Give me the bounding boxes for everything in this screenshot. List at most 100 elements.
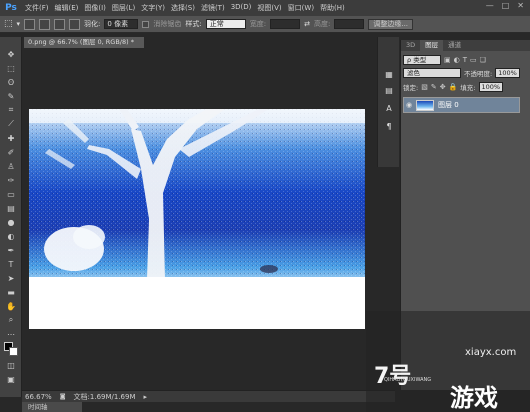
fill-input[interactable]: 100% [478,82,504,92]
lock-label: 锁定: [403,84,419,92]
status-bar: 66.67% ◙ 文档:1.69M/1.69M ▸ [22,390,395,402]
paragraph-icon[interactable]: ¶ [384,121,394,131]
document-tab[interactable]: 0.png @ 66.7% (图层 0, RGB/8) * [24,37,144,48]
tab-3d[interactable]: 3D [401,40,420,51]
tab-channels[interactable]: 通道 [443,40,466,51]
menu-item[interactable]: 帮助(H) [320,3,345,13]
timeline-tab[interactable]: 时间轴 [22,402,82,412]
antialias-label: 消除锯齿 [153,20,182,28]
layer-filter-select[interactable]: ρ 类型 [403,55,441,65]
dropdown-arrow-icon[interactable]: ▾ [17,20,21,28]
menu-item[interactable]: 3D(D) [231,3,252,13]
opacity-label: 不透明度: [464,70,493,78]
blur-tool-icon[interactable]: ● [5,217,17,227]
fill-label: 填充: [460,84,476,92]
menu-item[interactable]: 编辑(E) [55,3,79,13]
filter-adjust-icon[interactable]: ◐ [454,56,460,64]
zoom-tool-icon[interactable]: ⌕ [5,315,17,325]
gradient-tool-icon[interactable]: ▤ [5,203,17,213]
menu-item[interactable]: 文字(Y) [141,3,165,13]
crop-tool-icon[interactable]: ⌗ [5,105,17,115]
menu-item[interactable]: 图层(L) [112,3,135,13]
document-size: 文档:1.69M/1.69M [73,392,136,401]
properties-icon[interactable]: ▤ [384,85,394,95]
width-label: 宽度: [249,20,267,28]
layer-thumbnail [416,99,434,111]
minimize-icon[interactable]: — [486,1,494,10]
menu-item[interactable]: 图像(I) [84,3,106,13]
width-input[interactable] [270,19,301,29]
layer-row[interactable]: ◉ 图层 0 [403,97,520,113]
pen-tool-icon[interactable]: ✒ [5,245,17,255]
filter-row: ρ 类型 ▣ ◐ T ▭ ❏ [403,55,486,65]
refine-edge-button[interactable]: 调整边缘... [368,18,414,30]
tree-artwork-image [29,109,365,329]
image-canvas[interactable] [29,109,365,329]
lasso-tool-icon[interactable]: ʘ [5,77,17,87]
photoshop-window: Ps 文件(F) 编辑(E) 图像(I) 图层(L) 文字(Y) 选择(S) 滤镜(T) 3D… [0,0,530,412]
opacity-input[interactable]: 100% [495,68,520,78]
menu-item[interactable]: 视图(V) [257,3,281,13]
watermark-url: xiayx.com [465,347,517,358]
filter-smart-icon[interactable]: ❏ [480,56,486,64]
type-tool-icon[interactable]: T [5,259,17,269]
eyedropper-tool-icon[interactable]: ⟋ [5,119,17,129]
character-icon[interactable]: A [384,103,394,113]
hand-tool-icon[interactable]: ✋ [5,301,17,311]
new-selection-icon[interactable] [24,18,36,30]
quick-mask-icon[interactable]: ◫ [5,360,17,370]
brush-tool-icon[interactable]: ✐ [5,147,17,157]
tab-layers[interactable]: 图层 [420,40,444,51]
screen-mode-icon[interactable]: ▣ [5,374,17,384]
blend-mode-select[interactable]: 滤色 [403,68,461,78]
quick-select-tool-icon[interactable]: ✎ [5,91,17,101]
menu-bar: Ps 文件(F) 编辑(E) 图像(I) 图层(L) 文字(Y) 选择(S) 滤镜(T) 3D… [0,0,530,16]
layer-name[interactable]: 图层 0 [438,100,459,110]
marquee-tool-icon[interactable]: ⬚ [5,63,17,73]
filter-pixel-icon[interactable]: ▣ [444,56,451,64]
status-menu-icon[interactable]: ◙ [60,393,66,400]
swap-icon[interactable]: ⇄ [304,20,310,28]
lock-paint-icon[interactable]: ✎ [431,83,437,91]
feather-input[interactable]: 0 像素 [104,19,139,29]
maximize-icon[interactable]: □ [502,1,510,10]
panel-tabs: 3D 图层 通道 [401,40,530,51]
path-select-icon[interactable]: ➤ [5,273,17,283]
window-controls: — □ ✕ [486,1,524,10]
close-icon[interactable]: ✕ [517,1,524,10]
intersect-selection-icon[interactable] [69,18,81,30]
shape-tool-icon[interactable]: ▬ [5,287,17,297]
dodge-tool-icon[interactable]: ◐ [5,231,17,241]
subtract-selection-icon[interactable] [54,18,66,30]
more-tools-icon[interactable]: ⋯ [5,329,17,339]
antialias-checkbox[interactable] [142,20,150,28]
eye-icon[interactable]: ◉ [404,101,414,109]
healing-brush-icon[interactable]: ✚ [5,133,17,143]
menu-item[interactable]: 选择(S) [171,3,195,13]
collapsed-panels: ▦ ▤ A ¶ [377,37,399,167]
filter-type-icon[interactable]: T [463,56,467,64]
history-brush-icon[interactable]: ✑ [5,175,17,185]
status-arrow-icon[interactable]: ▸ [144,393,148,401]
move-tool-icon[interactable]: ✥ [5,49,17,59]
zoom-level[interactable]: 66.67% [25,393,52,401]
options-bar: ⬚ ▾ 羽化: 0 像素 消除锯齿 样式: 正常 宽度: ⇄ 高度: 调整边缘.… [0,16,530,33]
lock-row: 锁定: ▧ ✎ ✥ 🔒 填充: 100% [403,82,504,92]
lock-all-icon[interactable]: 🔒 [449,83,458,91]
lock-pixels-icon[interactable]: ▧ [421,83,428,91]
style-select[interactable]: 正常 [205,19,246,29]
menu-item[interactable]: 窗口(W) [288,3,314,13]
menu-items: 文件(F) 编辑(E) 图像(I) 图层(L) 文字(Y) 选择(S) 滤镜(T) 3D(D)… [22,3,345,13]
background-color[interactable] [9,347,18,356]
menu-item[interactable]: 文件(F) [25,3,49,13]
eraser-tool-icon[interactable]: ▭ [5,189,17,199]
filter-shape-icon[interactable]: ▭ [470,56,477,64]
clone-stamp-icon[interactable]: ♙ [5,161,17,171]
add-selection-icon[interactable] [39,18,51,30]
watermark-game-text: 游戏 [450,384,498,412]
height-input[interactable] [334,19,365,29]
history-icon[interactable]: ▦ [384,69,394,79]
menu-item[interactable]: 滤镜(T) [201,3,225,13]
lock-move-icon[interactable]: ✥ [440,83,446,91]
marquee-tool-icon[interactable]: ⬚ [4,19,13,29]
